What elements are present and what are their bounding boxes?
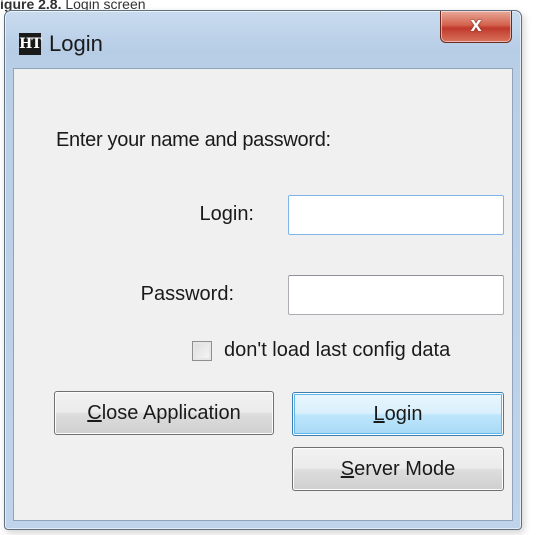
dont-load-config-option[interactable]: don't load last config data	[192, 339, 450, 362]
login-accel: L	[373, 403, 385, 425]
checkbox-icon[interactable]	[192, 340, 212, 361]
password-label: Password:	[140, 283, 234, 305]
server-mode-label: erver Mode	[354, 458, 456, 480]
instruction-text: Enter your name and password:	[56, 129, 331, 151]
login-button-label: ogin	[384, 403, 423, 425]
title-bar[interactable]: HT Login x	[5, 11, 521, 71]
server-mode-button[interactable]: Server Mode	[292, 447, 504, 491]
app-logo-icon: HT	[19, 33, 42, 55]
close-icon: x	[470, 14, 482, 36]
close-window-button[interactable]: x	[440, 11, 512, 43]
close-application-accel: C	[87, 402, 102, 424]
login-window: HT Login x Enter your name and password:…	[4, 10, 522, 530]
close-application-label: lose Application	[101, 402, 241, 424]
window-title: Login	[49, 31, 103, 56]
login-label: Login:	[199, 203, 255, 225]
close-application-button[interactable]: Close Application	[54, 391, 274, 435]
login-input[interactable]	[288, 195, 504, 235]
password-input[interactable]	[288, 275, 504, 315]
server-mode-accel: S	[340, 458, 355, 480]
dont-load-config-label[interactable]: don't load last config data	[224, 339, 450, 362]
dialog-body: Enter your name and password: Login: Pas…	[13, 68, 513, 521]
login-button[interactable]: Login	[292, 392, 504, 436]
